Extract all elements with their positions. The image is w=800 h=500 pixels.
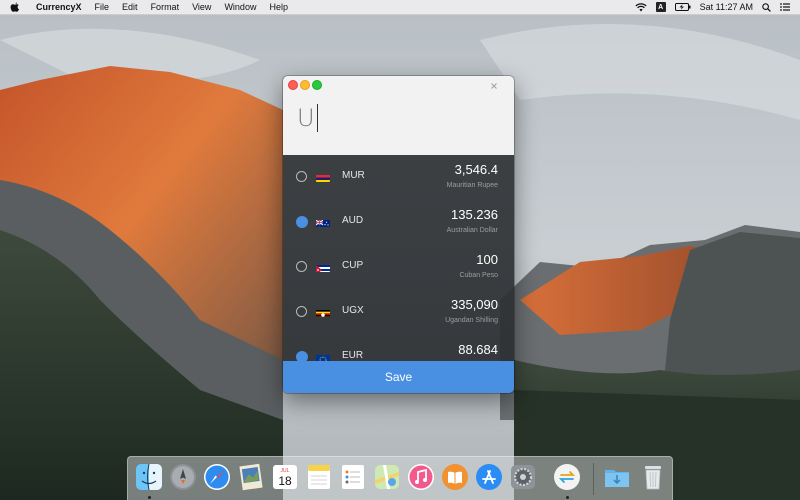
help-menu[interactable]: Help [269, 2, 288, 12]
finder-icon[interactable] [134, 462, 164, 492]
spotlight-search-icon[interactable] [762, 2, 771, 12]
system-preferences-icon[interactable] [508, 462, 538, 492]
calendar-day-text: 18 [278, 474, 292, 488]
currency-row-ugx[interactable]: UGX 335,090 Ugandan Shilling [283, 290, 514, 335]
window-close-button[interactable] [288, 80, 298, 90]
currency-name: Cuban Peso [459, 272, 498, 279]
apple-icon[interactable] [10, 2, 22, 13]
uganda-flag-icon [316, 307, 330, 317]
search-input-value: U [297, 104, 315, 132]
currency-amount: 100 [476, 252, 498, 267]
currency-radio[interactable] [296, 306, 307, 317]
calendar-icon[interactable]: JUL 18 [270, 462, 300, 492]
clock-text[interactable]: Sat 11:27 AM [700, 2, 753, 12]
dock-separator [593, 463, 594, 495]
currency-code: CUP [342, 260, 364, 271]
currency-row-eur[interactable]: EUR 88.684 [283, 335, 514, 361]
trash-icon[interactable] [638, 462, 668, 492]
text-caret [316, 104, 318, 132]
currency-row-cup[interactable]: CUP 100 Cuban Peso [283, 245, 514, 290]
format-menu[interactable]: Format [151, 2, 180, 12]
currency-row-aud[interactable]: AUD 135.236 Australian Dollar [283, 200, 514, 245]
edit-menu[interactable]: Edit [122, 2, 138, 12]
notes-icon[interactable] [304, 462, 334, 492]
ibooks-icon[interactable] [440, 462, 470, 492]
currencyx-icon[interactable] [552, 462, 582, 492]
window-minimize-button[interactable] [300, 80, 310, 90]
downloads-folder-icon[interactable] [602, 462, 632, 492]
currency-row-mur[interactable]: MUR 3,546.4 Mauritian Rupee [283, 155, 514, 200]
window-header: U [283, 76, 514, 155]
dock: JUL 18 [127, 456, 673, 500]
currency-radio-selected[interactable] [296, 351, 308, 361]
safari-icon[interactable] [202, 462, 232, 492]
currency-code: EUR [342, 350, 364, 361]
preview-icon[interactable] [236, 462, 266, 492]
input-source-icon[interactable]: A [655, 2, 666, 12]
notification-center-icon[interactable] [780, 3, 790, 11]
currency-amount: 135.236 [451, 207, 498, 222]
currency-amount: 335,090 [451, 297, 498, 312]
australia-flag-icon [316, 217, 330, 227]
battery-charging-icon[interactable] [674, 3, 691, 11]
currency-converter-window: U MUR 3,546.4 Mauritian Rupee AUD 135.23… [283, 76, 514, 393]
cuba-flag-icon [316, 262, 330, 272]
launchpad-icon[interactable] [168, 462, 198, 492]
reminders-icon[interactable] [338, 462, 368, 492]
currency-amount: 88.684 [458, 342, 498, 357]
currency-radio-selected[interactable] [296, 216, 308, 228]
itunes-icon[interactable] [406, 462, 436, 492]
wifi-icon[interactable] [635, 2, 647, 12]
currency-name: Ugandan Shilling [445, 317, 498, 324]
running-indicator [148, 496, 151, 499]
close-icon[interactable] [488, 79, 500, 91]
currency-code: MUR [342, 170, 365, 181]
currency-radio[interactable] [296, 171, 307, 182]
window-menu[interactable]: Window [224, 2, 256, 12]
view-menu[interactable]: View [192, 2, 211, 12]
currency-list[interactable]: MUR 3,546.4 Mauritian Rupee AUD 135.236 … [283, 155, 514, 361]
save-button[interactable]: Save [283, 361, 514, 393]
currency-code: AUD [342, 215, 364, 226]
running-indicator [566, 496, 569, 499]
currency-amount: 3,546.4 [454, 162, 498, 177]
maps-icon[interactable] [372, 462, 402, 492]
file-menu[interactable]: File [95, 2, 110, 12]
european-union-flag-icon [316, 352, 330, 361]
currency-name: Mauritian Rupee [446, 182, 498, 189]
currency-search-input[interactable]: U [297, 100, 497, 136]
window-zoom-button[interactable] [312, 80, 322, 90]
currency-radio[interactable] [296, 261, 307, 272]
currency-code: UGX [342, 305, 364, 316]
mauritius-flag-icon [316, 172, 330, 182]
menu-bar: CurrencyX File Edit Format View Window H… [0, 0, 800, 15]
app-store-icon[interactable] [474, 462, 504, 492]
app-menu[interactable]: CurrencyX [36, 2, 82, 12]
currency-name: Australian Dollar [446, 227, 498, 234]
